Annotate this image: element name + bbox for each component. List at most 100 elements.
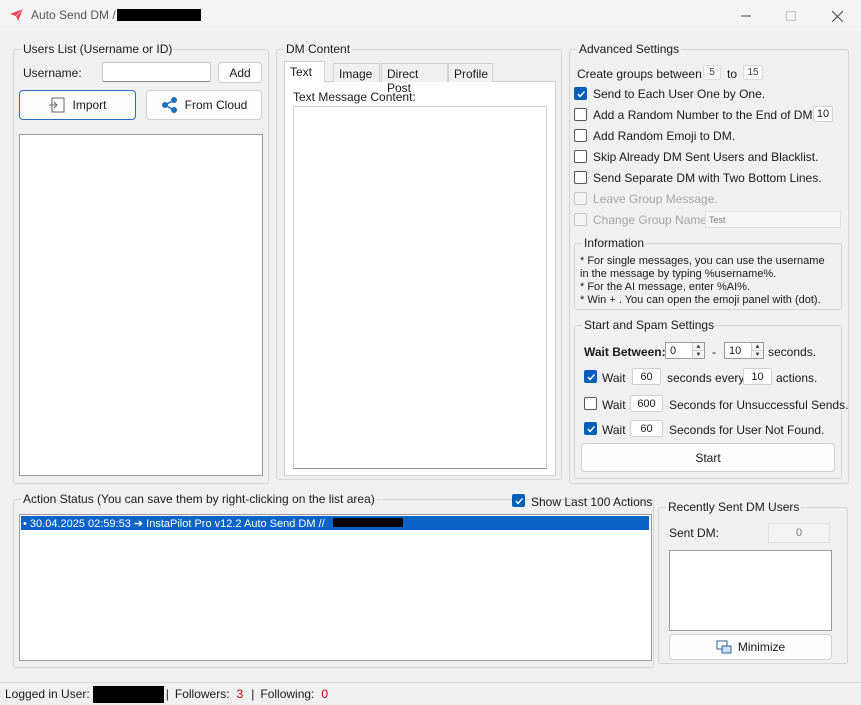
random-number-input[interactable]: 10 [813, 106, 833, 122]
action-status-legend: Action Status (You can save them by righ… [23, 492, 375, 506]
recent-users-legend: Recently Sent DM Users [668, 500, 800, 514]
sent-dm-count: 0 [768, 523, 830, 543]
redacted-username [92, 685, 164, 703]
from-cloud-button-label: From Cloud [184, 98, 248, 112]
random-number-label: Add a Random Number to the End of DM: [593, 108, 816, 122]
wait-unsuccessful-checkbox[interactable] [584, 397, 597, 410]
show-last-checkbox[interactable] [512, 494, 525, 507]
wait-between-label: Wait Between: [584, 345, 666, 359]
add-button[interactable]: Add [218, 62, 262, 83]
leave-group-checkbox [574, 192, 587, 205]
users-listbox[interactable] [19, 134, 263, 476]
tab-profile[interactable]: Profile [448, 63, 493, 82]
status-separator: | [165, 687, 169, 701]
sent-dm-label: Sent DM: [669, 526, 720, 540]
random-number-checkbox[interactable] [574, 108, 587, 121]
maximize-window-button [782, 7, 800, 25]
group-name-input: Test [705, 211, 841, 228]
import-button-label: Import [72, 98, 107, 112]
info-line: * Win + . You can open the emoji panel w… [580, 294, 821, 306]
groups-to-label: to [727, 67, 738, 81]
start-button[interactable]: Start [581, 443, 835, 472]
wait-min-stepper[interactable]: 0 ▲ ▼ [665, 342, 705, 359]
action-status-listbox[interactable] [19, 514, 652, 661]
skip-sent-label: Skip Already DM Sent Users and Blacklist… [593, 150, 819, 164]
wait-label: Wait [602, 398, 626, 412]
list-item-text: • 30.04.2025 02:59:53 ➔ InstaPilot Pro v… [23, 517, 325, 530]
minimize-button-label: Minimize [737, 640, 786, 654]
random-emoji-label: Add Random Emoji to DM. [593, 129, 736, 143]
unsuccessful-seconds-input[interactable]: 600 [630, 395, 663, 412]
groups-from-input[interactable]: 5 [703, 65, 721, 80]
random-emoji-checkbox[interactable] [574, 129, 587, 142]
not-found-label: Seconds for User Not Found. [669, 423, 825, 437]
wait-seconds-input[interactable]: 60 [632, 368, 661, 385]
spin-up-icon[interactable]: ▲ [693, 343, 704, 351]
wait-not-found-checkbox[interactable] [584, 422, 597, 435]
recent-users-listbox[interactable] [669, 550, 832, 631]
send-each-checkbox[interactable] [574, 87, 587, 100]
text-message-label: Text Message Content: [293, 90, 416, 104]
wait-max-value: 10 [729, 344, 742, 357]
tab-direct-post[interactable]: Direct Post [381, 63, 448, 95]
tab-image-label: Image [339, 67, 373, 81]
wait-min-value: 0 [670, 344, 677, 357]
unsuccessful-label: Seconds for Unsuccessful Sends. [669, 398, 849, 412]
import-button[interactable]: Import [19, 90, 136, 120]
wait-actions-checkbox[interactable] [584, 370, 597, 383]
tab-text[interactable]: Text [284, 61, 325, 82]
minimize-button[interactable]: Minimize [669, 634, 832, 660]
spin-down-icon[interactable]: ▼ [752, 351, 763, 358]
followers-label: Followers: [174, 687, 230, 701]
add-button-label: Add [229, 65, 251, 80]
not-found-seconds-input[interactable]: 60 [630, 420, 663, 437]
info-line: * For the AI message, enter %AI%. [580, 281, 750, 293]
wait-label: Wait [602, 423, 626, 437]
status-bar: Logged in User: | Followers: 3 | Followi… [0, 682, 861, 705]
status-separator: | [251, 687, 255, 701]
separate-dm-checkbox[interactable] [574, 171, 587, 184]
window-title: Auto Send DM / [31, 8, 116, 22]
information-text: * For single messages, you can use the u… [580, 255, 825, 307]
redacted-name [333, 518, 403, 527]
share-icon [161, 97, 177, 113]
wait-dash: - [712, 345, 716, 359]
info-line: * For single messages, you can use the u… [580, 255, 825, 267]
information-legend: Information [584, 236, 645, 250]
following-value: 0 [321, 687, 329, 701]
text-message-textarea[interactable] [293, 106, 547, 469]
actions-label: actions. [776, 371, 818, 385]
import-icon [49, 97, 65, 113]
start-button-label: Start [695, 450, 721, 465]
spam-settings-legend: Start and Spam Settings [584, 318, 715, 332]
close-window-button[interactable] [828, 7, 846, 25]
spin-up-icon[interactable]: ▲ [752, 343, 763, 351]
actions-count-input[interactable]: 10 [743, 368, 772, 385]
from-cloud-button[interactable]: From Cloud [146, 90, 262, 120]
send-each-label: Send to Each User One by One. [593, 87, 766, 101]
skip-sent-checkbox[interactable] [574, 150, 587, 163]
username-input[interactable] [102, 62, 211, 82]
seconds-every-label: seconds every [667, 371, 745, 385]
title-bar: Auto Send DM / [0, 0, 861, 31]
groups-between-label: Create groups between [577, 67, 702, 81]
spin-down-icon[interactable]: ▼ [693, 351, 704, 358]
tab-image[interactable]: Image [333, 63, 380, 82]
users-list-legend: Users List (Username or ID) [23, 42, 173, 56]
minimize-window-button[interactable] [737, 7, 755, 25]
show-last-label: Show Last 100 Actions [531, 495, 653, 509]
separate-dm-label: Send Separate DM with Two Bottom Lines. [593, 171, 822, 185]
tab-text-label: Text [290, 65, 313, 79]
info-line: in the message by typing %username%. [580, 268, 777, 280]
advanced-settings-legend: Advanced Settings [579, 42, 680, 56]
logged-in-label: Logged in User: [5, 687, 90, 701]
redacted-name [117, 9, 201, 21]
change-group-name-checkbox [574, 213, 587, 226]
groups-to-input[interactable]: 15 [743, 65, 763, 80]
change-group-name-label: Change Group Name: [593, 213, 711, 227]
dm-content-legend: DM Content [286, 42, 351, 56]
tab-profile-label: Profile [454, 67, 489, 81]
username-label: Username: [23, 66, 82, 80]
paper-plane-icon [10, 8, 24, 21]
wait-max-stepper[interactable]: 10 ▲ ▼ [724, 342, 764, 359]
